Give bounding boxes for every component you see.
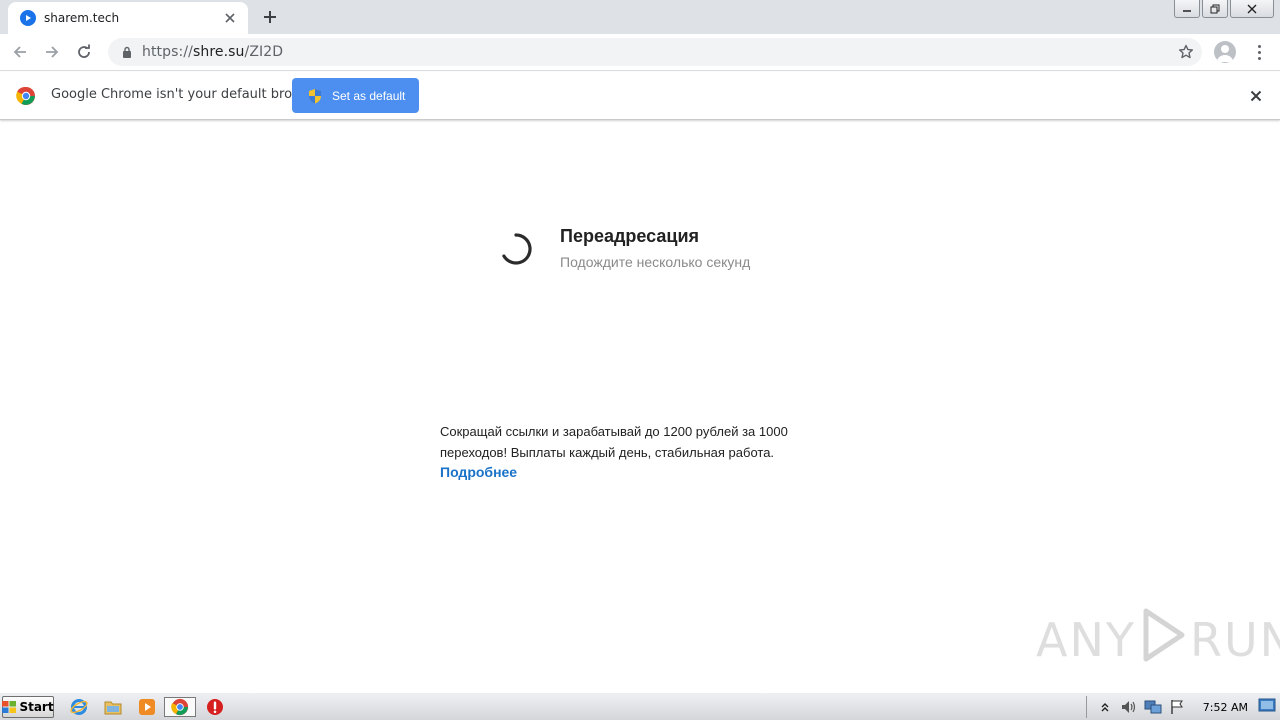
minimize-icon[interactable] — [1174, 0, 1200, 18]
loading-spinner-icon — [499, 232, 533, 266]
promo-text: Сокращай ссылки и зарабатывай до 1200 ру… — [440, 424, 788, 460]
internet-explorer-icon[interactable] — [68, 697, 90, 717]
set-as-default-label: Set as default — [332, 88, 406, 103]
back-icon[interactable] — [6, 38, 34, 66]
forward-icon[interactable] — [38, 38, 66, 66]
volume-icon[interactable] — [1120, 698, 1138, 716]
url-path: /ZI2D — [244, 44, 284, 60]
tab-title: sharem.tech — [44, 11, 120, 25]
windows-flag-icon — [2, 701, 17, 713]
tab-active[interactable]: sharem.tech — [8, 2, 248, 34]
new-tab-icon[interactable] — [258, 6, 282, 28]
infobar-close-icon[interactable] — [1246, 86, 1266, 106]
watermark-play-icon — [1140, 607, 1186, 674]
address-bar[interactable]: https://shre.su/ZI2D — [108, 38, 1202, 66]
taskbar-clock[interactable]: 7:52 AM — [1203, 701, 1248, 714]
start-label: Start — [19, 700, 54, 714]
tray-separator — [1085, 696, 1087, 718]
network-icon[interactable] — [1144, 698, 1162, 716]
reload-icon[interactable] — [70, 38, 98, 66]
system-tray: 7:52 AM — [1080, 693, 1280, 721]
chrome-logo-icon — [16, 86, 36, 106]
tray-expand-icon[interactable] — [1096, 698, 1114, 716]
file-explorer-icon[interactable] — [102, 697, 124, 717]
bookmark-star-icon[interactable] — [1178, 44, 1194, 64]
restore-icon[interactable] — [1202, 0, 1228, 18]
tab-close-icon[interactable] — [222, 10, 238, 26]
window-close-icon[interactable] — [1230, 0, 1274, 18]
show-desktop-icon[interactable] — [1258, 698, 1276, 716]
set-as-default-button[interactable]: Set as default — [292, 78, 419, 113]
watermark-left-text: ANY — [1036, 613, 1136, 667]
redirect-title: Переадресация — [560, 226, 700, 246]
uac-shield-icon — [308, 88, 322, 104]
default-browser-infobar: Google Chrome isn't your default browser… — [0, 72, 1280, 120]
action-center-flag-icon[interactable] — [1168, 698, 1186, 716]
lock-icon[interactable] — [120, 45, 134, 59]
browser-toolbar: https://shre.su/ZI2D — [0, 34, 1280, 71]
stop-icon[interactable] — [204, 697, 226, 717]
tab-strip: sharem.tech — [0, 0, 1280, 34]
infobar-message: Google Chrome isn't your default browser — [51, 87, 323, 102]
watermark-right-text: RUN — [1189, 613, 1280, 667]
url-host: shre.su — [192, 44, 245, 60]
redirect-subtitle: Подождите несколько секунд — [560, 254, 751, 270]
anyrun-watermark: ANY RUN — [1036, 607, 1280, 674]
start-button[interactable]: Start — [2, 696, 54, 718]
taskbar: Start 7:52 AM — [0, 692, 1280, 720]
favicon-icon — [20, 10, 36, 26]
kebab-menu-icon[interactable] — [1250, 42, 1268, 62]
profile-avatar-icon[interactable] — [1214, 41, 1236, 63]
url-text: https://shre.su/ZI2D — [142, 44, 283, 60]
more-info-link[interactable]: Подробнее — [440, 464, 517, 480]
media-player-icon[interactable] — [136, 697, 158, 717]
chrome-taskbar-icon[interactable] — [164, 697, 196, 717]
url-scheme: https:// — [142, 44, 193, 60]
window-controls — [1174, 0, 1274, 18]
